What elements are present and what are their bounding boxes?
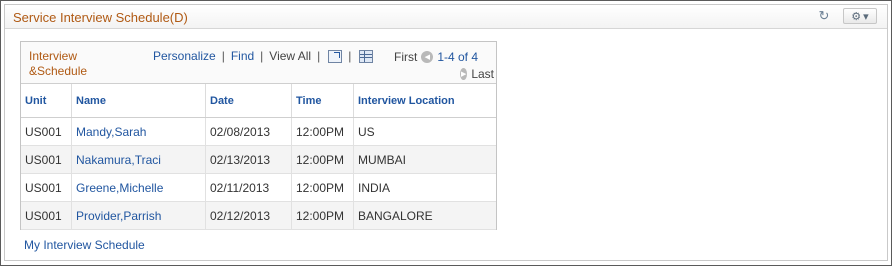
- column-header-date[interactable]: Date: [205, 84, 292, 118]
- grid-title: Interview &Schedule: [29, 49, 99, 79]
- previous-icon[interactable]: ◀: [421, 50, 434, 63]
- column-header-location[interactable]: Interview Location: [353, 84, 496, 118]
- cell-time: 12:00PM: [291, 145, 354, 174]
- cell-date: 02/11/2013: [205, 173, 292, 202]
- table-header-row: Unit Name Date Time Interview Location: [21, 84, 496, 118]
- grid-navigation: First ◀ 1-4 of 4 ▶ Last: [394, 48, 494, 82]
- grid-title-line2: &Schedule: [29, 64, 88, 78]
- cell-name-link[interactable]: Mandy,Sarah: [71, 117, 206, 146]
- cell-unit: US001: [21, 173, 72, 202]
- cell-unit: US001: [21, 145, 72, 174]
- window-frame: Service Interview Schedule(D) ↻ ⚙ ▾ Inte…: [0, 0, 892, 266]
- column-header-unit[interactable]: Unit: [21, 84, 72, 118]
- cell-date: 02/08/2013: [205, 117, 292, 146]
- find-link[interactable]: Find: [231, 49, 254, 63]
- my-interview-schedule-link[interactable]: My Interview Schedule: [24, 238, 145, 252]
- table-row: US001 Mandy,Sarah 02/08/2013 12:00PM US: [21, 117, 496, 146]
- cell-date: 02/12/2013: [205, 201, 292, 230]
- separator: |: [260, 49, 264, 63]
- separator: |: [348, 49, 352, 63]
- grid-title-line1: Interview: [29, 49, 78, 63]
- next-icon[interactable]: ▶: [460, 67, 468, 80]
- table-row: US001 Nakamura,Traci 02/13/2013 12:00PM …: [21, 145, 496, 174]
- spreadsheet-icon[interactable]: [359, 49, 374, 63]
- cell-location: MUMBAI: [353, 145, 496, 174]
- table-row: US001 Greene,Michelle 02/11/2013 12:00PM…: [21, 173, 496, 202]
- grid-links: Personalize | Find | View All | |: [153, 49, 374, 63]
- cell-location: BANGALORE: [353, 201, 496, 230]
- grid-toolbar: Interview &Schedule Personalize | Find |…: [21, 42, 496, 84]
- personalize-link[interactable]: Personalize: [153, 49, 216, 63]
- cell-location: US: [353, 117, 496, 146]
- cell-name-link[interactable]: Provider,Parrish: [71, 201, 206, 230]
- cell-unit: US001: [21, 117, 72, 146]
- cell-time: 12:00PM: [291, 201, 354, 230]
- pagelet-header: Service Interview Schedule(D) ↻ ⚙ ▾: [5, 5, 887, 29]
- cell-time: 12:00PM: [291, 117, 354, 146]
- nav-range: 1-4 of 4: [437, 49, 479, 64]
- nav-last: Last: [471, 66, 494, 81]
- interview-schedule-grid: Interview &Schedule Personalize | Find |…: [20, 41, 497, 230]
- nav-first: First: [394, 49, 418, 64]
- refresh-icon[interactable]: ↻: [815, 8, 833, 24]
- column-header-name[interactable]: Name: [71, 84, 206, 118]
- cell-name-link[interactable]: Greene,Michelle: [71, 173, 206, 202]
- column-header-time[interactable]: Time: [291, 84, 354, 118]
- cell-location: INDIA: [353, 173, 496, 202]
- gear-icon: ⚙: [851, 10, 862, 23]
- separator: |: [317, 49, 321, 63]
- cell-unit: US001: [21, 201, 72, 230]
- zoom-icon[interactable]: [328, 49, 343, 63]
- header-tools: ↻ ⚙ ▾: [815, 8, 877, 24]
- cell-date: 02/13/2013: [205, 145, 292, 174]
- cell-time: 12:00PM: [291, 173, 354, 202]
- chevron-down-icon: ▾: [863, 10, 869, 23]
- table-row: US001 Provider,Parrish 02/12/2013 12:00P…: [21, 201, 496, 230]
- cell-name-link[interactable]: Nakamura,Traci: [71, 145, 206, 174]
- pagelet: Service Interview Schedule(D) ↻ ⚙ ▾ Inte…: [4, 4, 888, 261]
- view-all-link[interactable]: View All: [269, 49, 311, 63]
- pagelet-title: Service Interview Schedule(D): [13, 10, 188, 25]
- schedule-table: Unit Name Date Time Interview Location U…: [21, 84, 496, 230]
- settings-menu-button[interactable]: ⚙ ▾: [843, 8, 877, 24]
- separator: |: [221, 49, 225, 63]
